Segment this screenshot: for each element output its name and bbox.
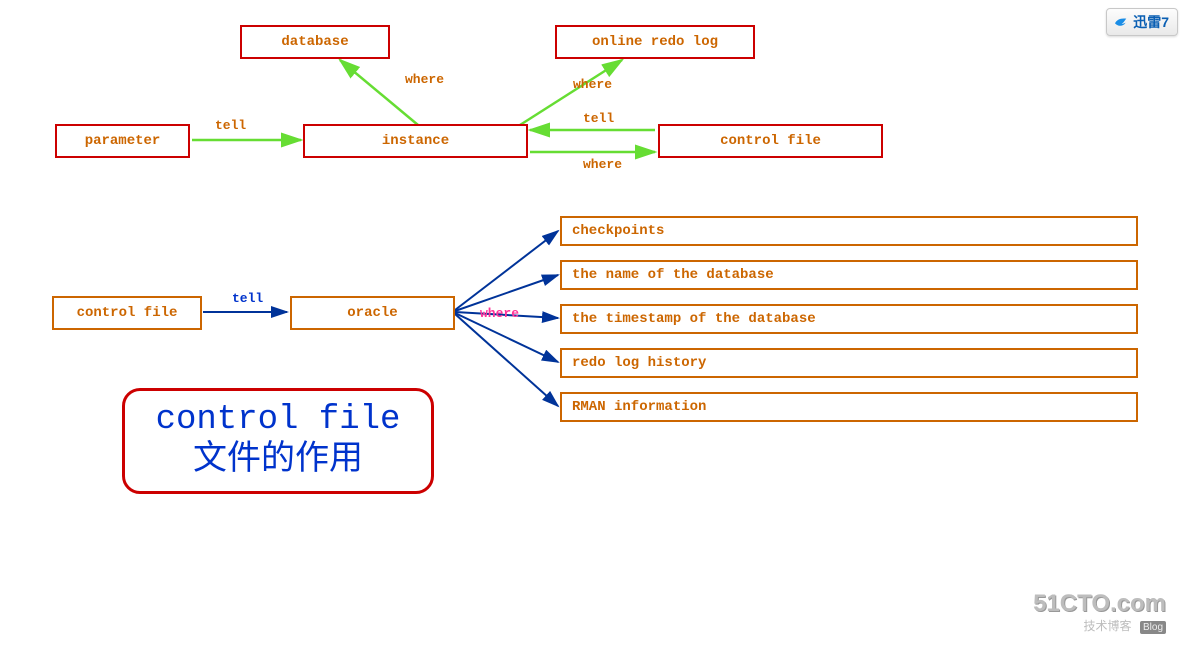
box-oracle: oracle xyxy=(290,296,455,330)
info-redo-log-history: redo log history xyxy=(560,348,1138,378)
watermark: 51CTO.com 技术博客 Blog xyxy=(1033,591,1166,635)
label-where-2: where xyxy=(573,77,612,92)
watermark-main: 51CTO.com xyxy=(1033,591,1166,617)
label-tell-2: tell xyxy=(583,111,614,126)
box-database: database xyxy=(240,25,390,59)
label-where-1: where xyxy=(405,72,444,87)
label-where-3: where xyxy=(583,157,622,172)
title-box: control file 文件的作用 xyxy=(122,388,434,494)
app-badge-text: 迅雷7 xyxy=(1133,12,1169,32)
label-tell-1: tell xyxy=(215,118,246,133)
info-rman: RMAN information xyxy=(560,392,1138,422)
watermark-blog: Blog xyxy=(1140,621,1166,634)
app-badge-xunlei[interactable]: 迅雷7 xyxy=(1106,8,1178,36)
box-instance: instance xyxy=(303,124,528,158)
info-db-name: the name of the database xyxy=(560,260,1138,290)
title-line1: control file xyxy=(156,400,401,441)
bird-icon xyxy=(1113,14,1129,30)
box-control-file-top: control file xyxy=(658,124,883,158)
title-line2: 文件的作用 xyxy=(193,441,363,482)
label-where-bottom: where xyxy=(480,306,519,321)
info-checkpoints: checkpoints xyxy=(560,216,1138,246)
box-control-file-bottom: control file xyxy=(52,296,202,330)
box-parameter: parameter xyxy=(55,124,190,158)
watermark-sub: 技术博客 xyxy=(1084,619,1132,633)
box-online-redo-log: online redo log xyxy=(555,25,755,59)
info-db-timestamp: the timestamp of the database xyxy=(560,304,1138,334)
label-tell-bottom: tell xyxy=(232,291,263,306)
